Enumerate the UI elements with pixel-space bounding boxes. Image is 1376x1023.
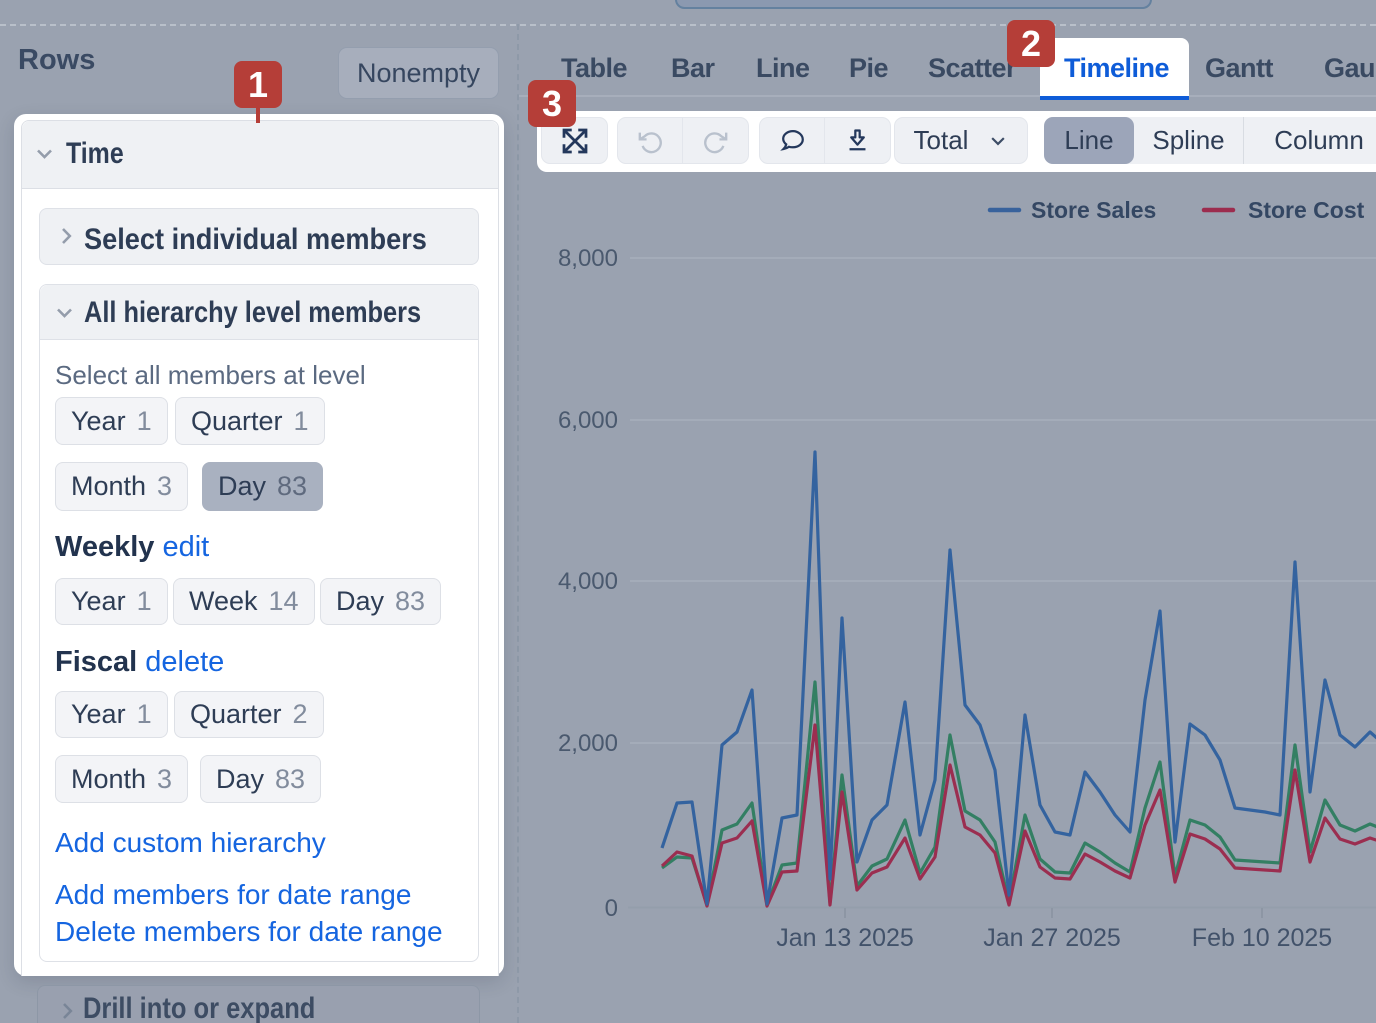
svg-text:Jan 27 2025: Jan 27 2025 [983,924,1121,952]
svg-text:Jan 13 2025: Jan 13 2025 [776,924,914,952]
svg-text:Store Cost: Store Cost [1248,197,1365,223]
svg-text:6,000: 6,000 [558,407,618,434]
svg-text:Feb 10 2025: Feb 10 2025 [1192,924,1332,952]
svg-text:0: 0 [605,895,618,922]
svg-text:8,000: 8,000 [558,245,618,272]
svg-text:Store Sales: Store Sales [1031,197,1156,223]
svg-text:2,000: 2,000 [558,730,618,757]
svg-text:4,000: 4,000 [558,568,618,595]
